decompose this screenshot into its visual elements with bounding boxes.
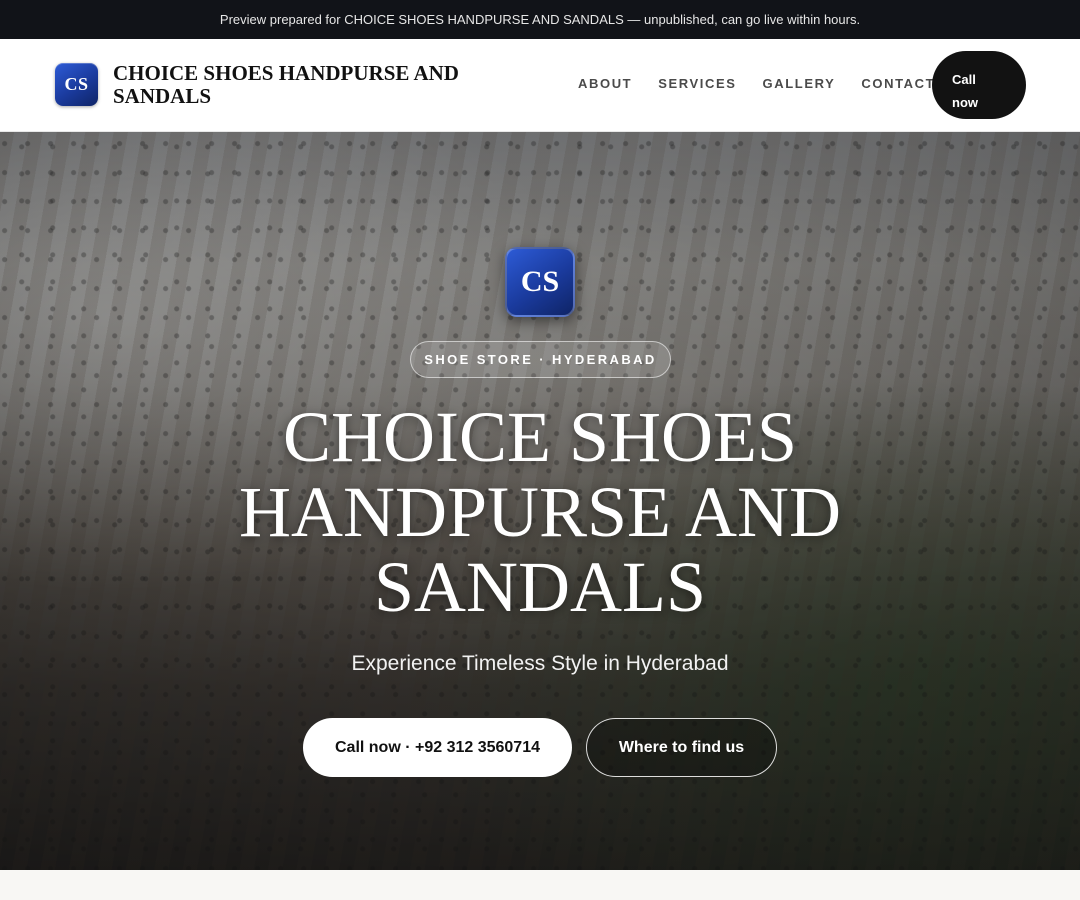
nav-contact[interactable]: CONTACT: [861, 76, 935, 91]
hero-subtitle: Experience Timeless Style in Hyderabad: [351, 652, 729, 675]
preview-banner-text: Preview prepared for CHOICE SHOES HANDPU…: [219, 12, 861, 27]
hero-title: CHOICE SHOES HANDPURSE AND SANDALS: [238, 397, 842, 627]
hero-logo-initials: CS: [520, 265, 560, 298]
call-now-label-line1: Call: [952, 71, 976, 87]
nav-about[interactable]: ABOUT: [578, 76, 632, 91]
hero-logo-icon: CS: [505, 247, 575, 317]
nav-gallery[interactable]: GALLERY: [763, 76, 836, 91]
logo-icon[interactable]: CS: [55, 63, 98, 106]
call-now-button[interactable]: Call now: [932, 51, 1026, 119]
nav-services[interactable]: SERVICES: [658, 76, 736, 91]
preview-banner: Preview prepared for CHOICE SHOES HANDPU…: [0, 0, 1080, 39]
call-phone-button[interactable]: Call now · +92 312 3560714: [303, 718, 572, 777]
main-nav: ABOUT SERVICES GALLERY CONTACT: [578, 76, 961, 91]
logo-initials: CS: [64, 74, 89, 94]
brand-name[interactable]: CHOICE SHOES HANDPURSE AND SANDALS: [113, 62, 513, 108]
call-now-label-line2: now: [952, 94, 978, 110]
hero-eyebrow: SHOE STORE · HYDERABAD: [410, 341, 671, 378]
site-header: CS CHOICE SHOES HANDPURSE AND SANDALS AB…: [0, 39, 1080, 132]
find-us-button[interactable]: Where to find us: [586, 718, 777, 777]
hero-section: CS SHOE STORE · HYDERABAD CHOICE SHOES H…: [0, 132, 1080, 870]
